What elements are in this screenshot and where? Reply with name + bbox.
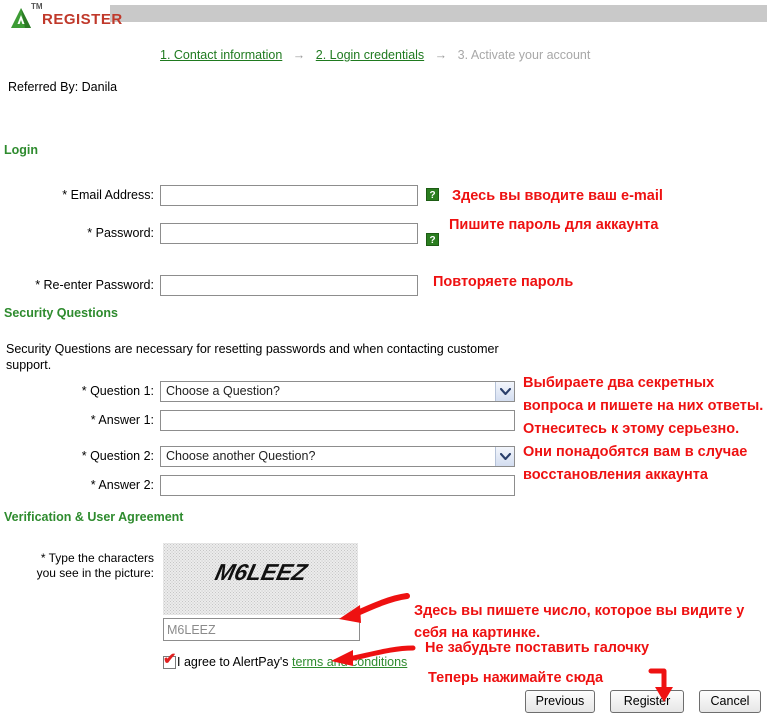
breadcrumb: 1. Contact information → 2. Login creden… — [160, 48, 590, 62]
terms-and-conditions-link[interactable]: terms and conditions — [292, 655, 407, 669]
register-button[interactable]: Register — [610, 690, 684, 713]
breadcrumb-arrow-icon: → — [292, 48, 306, 62]
annotation-checkbox: Не забудьте поставить галочку — [425, 640, 650, 656]
captcha-label-line1: * Type the characters — [40, 551, 154, 565]
checkmark-icon: ✔ — [163, 651, 177, 668]
captcha-label-line2: you see in the picture: — [36, 566, 154, 580]
annotation-security-questions: Выбираете два секретных вопроса и пишете… — [523, 375, 764, 483]
chevron-down-icon[interactable] — [495, 447, 514, 466]
question1-select[interactable]: Choose a Question? — [160, 381, 515, 402]
section-heading-security-questions: Security Questions — [4, 306, 118, 320]
breadcrumb-step-activate-account: 3. Activate your account — [457, 48, 591, 62]
previous-button[interactable]: Previous — [525, 690, 595, 713]
security-questions-description: Security Questions are necessary for res… — [6, 342, 499, 372]
breadcrumb-step-contact-information[interactable]: 1. Contact information — [160, 48, 282, 62]
cancel-button[interactable]: Cancel — [699, 690, 761, 713]
reenter-password-input[interactable] — [160, 275, 418, 296]
question1-selected-value: Choose a Question? — [166, 384, 280, 398]
captcha-label: * Type the characters you see in the pic… — [4, 551, 154, 581]
page-title: REGISTER — [42, 11, 123, 28]
question2-label: * Question 2: — [81, 449, 154, 463]
annotation-reenter-password: Повторяете пароль — [433, 274, 574, 290]
answer2-label: * Answer 2: — [90, 478, 154, 492]
chevron-down-icon[interactable] — [495, 382, 514, 401]
answer2-input[interactable] — [160, 475, 515, 496]
answer1-label: * Answer 1: — [90, 413, 154, 427]
referred-by-text: Referred By: Danila — [8, 80, 118, 94]
terms-text-prefix: I agree to AlertPay's — [177, 655, 289, 669]
trademark-icon: TM — [31, 2, 43, 11]
breadcrumb-step-login-credentials[interactable]: 2. Login credentials — [316, 48, 424, 62]
email-input[interactable] — [160, 185, 418, 206]
section-heading-verification: Verification & User Agreement — [4, 510, 184, 524]
help-icon[interactable]: ? — [426, 188, 439, 201]
section-heading-login: Login — [4, 143, 39, 157]
annotation-email: Здесь вы вводите ваш e-mail — [452, 188, 663, 204]
captcha-image-text: M6LEEZ — [212, 559, 309, 585]
captcha-input[interactable] — [163, 618, 360, 641]
question2-select[interactable]: Choose another Question? — [160, 446, 515, 467]
captcha-image: M6LEEZ — [163, 543, 358, 615]
help-icon[interactable]: ? — [426, 233, 439, 246]
email-label: * Email Address: — [62, 188, 154, 202]
password-input[interactable] — [160, 223, 418, 244]
reenter-password-label: * Re-enter Password: — [35, 278, 154, 292]
annotation-password: Пишите пароль для аккаунта — [449, 217, 659, 233]
answer1-input[interactable] — [160, 410, 515, 431]
annotation-register: Теперь нажимайте сюда — [428, 670, 604, 686]
question1-label: * Question 1: — [81, 384, 154, 398]
password-label: * Password: — [87, 226, 154, 240]
question2-selected-value: Choose another Question? — [166, 449, 316, 463]
terms-agreement-text: I agree to AlertPay's terms and conditio… — [177, 655, 407, 669]
header-bar — [110, 5, 767, 22]
breadcrumb-arrow-icon: → — [434, 48, 448, 62]
